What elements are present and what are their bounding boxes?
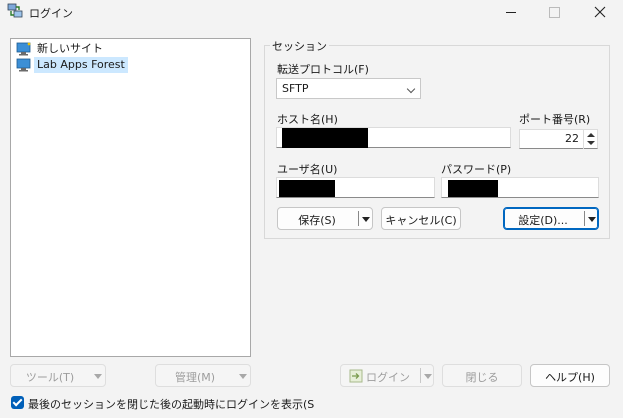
save-button[interactable]: 保存(S) bbox=[277, 207, 373, 230]
username-label: ユーザ名(U) bbox=[277, 163, 338, 176]
site-tree[interactable]: 新しいサイト Lab Apps Forest bbox=[10, 38, 251, 357]
session-group-title: セッション bbox=[270, 38, 329, 54]
winscp-app-icon bbox=[7, 3, 23, 18]
close-button[interactable]: 閉じる bbox=[442, 364, 522, 387]
login-button-label: ログイン bbox=[366, 371, 410, 384]
save-dropdown-icon[interactable] bbox=[362, 217, 370, 222]
cancel-button-label: キャンセル(C) bbox=[385, 214, 457, 227]
help-button[interactable]: ヘルプ(H) bbox=[530, 364, 610, 387]
login-button[interactable]: ログイン bbox=[340, 364, 434, 387]
minimize-button[interactable] bbox=[488, 0, 534, 26]
save-button-label: 保存(S) bbox=[298, 214, 336, 227]
password-label: パスワード(P) bbox=[441, 163, 512, 176]
cancel-button[interactable]: キャンセル(C) bbox=[381, 207, 461, 230]
close-window-button[interactable] bbox=[577, 0, 623, 26]
redacted-password bbox=[448, 180, 498, 197]
spin-up-icon[interactable] bbox=[587, 133, 595, 137]
help-button-label: ヘルプ(H) bbox=[545, 371, 595, 384]
close-button-label: 閉じる bbox=[465, 371, 499, 384]
protocol-select[interactable]: SFTP bbox=[276, 78, 421, 99]
site-item-lab-apps-forest[interactable]: Lab Apps Forest bbox=[14, 57, 249, 73]
login-dialog: ログイン 新しいサイト Lab Apps Forest セッション 転送プロトコ… bbox=[0, 0, 623, 418]
port-label: ポート番号(R) bbox=[519, 113, 591, 126]
username-input[interactable] bbox=[276, 177, 435, 198]
login-dropdown-icon[interactable] bbox=[424, 374, 432, 379]
protocol-value: SFTP bbox=[282, 82, 309, 95]
redacted-host bbox=[282, 128, 368, 148]
password-input[interactable] bbox=[441, 177, 599, 198]
split-separator bbox=[420, 368, 421, 383]
settings-button-label: 設定(D)... bbox=[518, 214, 568, 227]
manage-button[interactable]: 管理(M) bbox=[155, 364, 251, 387]
settings-dropdown-icon[interactable] bbox=[588, 217, 596, 222]
split-separator bbox=[358, 211, 359, 226]
split-separator bbox=[584, 211, 585, 226]
site-computer-icon bbox=[16, 58, 31, 72]
show-login-checkbox[interactable] bbox=[11, 396, 24, 409]
port-spinner[interactable] bbox=[583, 130, 597, 149]
port-value: 22 bbox=[565, 132, 579, 145]
port-input[interactable]: 22 bbox=[519, 129, 598, 149]
new-site-icon bbox=[16, 42, 31, 56]
window-title: ログイン bbox=[29, 7, 73, 20]
tools-button-label: ツール(T) bbox=[25, 371, 75, 384]
host-label: ホスト名(H) bbox=[277, 113, 338, 126]
site-item-label: Lab Apps Forest bbox=[34, 57, 128, 73]
site-item-label: 新しいサイト bbox=[37, 42, 103, 55]
title-bar: ログイン bbox=[0, 0, 623, 26]
site-item-new-site[interactable]: 新しいサイト bbox=[14, 41, 249, 57]
chevron-down-icon bbox=[406, 84, 416, 94]
maximize-button[interactable] bbox=[531, 0, 577, 26]
tools-button[interactable]: ツール(T) bbox=[10, 364, 106, 387]
host-input[interactable] bbox=[276, 127, 511, 148]
manage-button-label: 管理(M) bbox=[174, 371, 216, 384]
show-login-checkbox-label[interactable]: 最後のセッションを閉じた後の起動時にログインを表示(S bbox=[28, 396, 314, 412]
manage-dropdown-icon[interactable] bbox=[239, 374, 247, 379]
redacted-username bbox=[279, 180, 335, 197]
spin-down-icon[interactable] bbox=[587, 141, 595, 145]
settings-button[interactable]: 設定(D)... bbox=[503, 207, 599, 230]
protocol-label: 転送プロトコル(F) bbox=[277, 63, 369, 76]
close-icon bbox=[594, 6, 606, 18]
tools-dropdown-icon[interactable] bbox=[94, 374, 102, 379]
